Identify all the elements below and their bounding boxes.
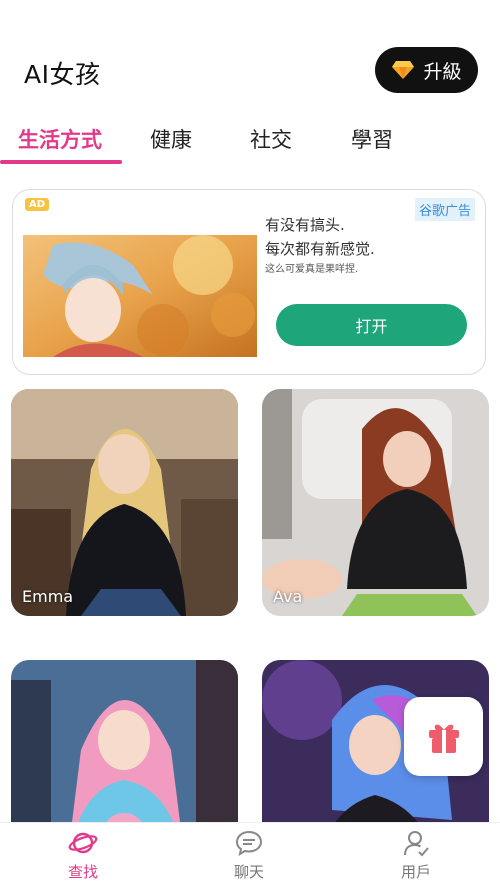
tab-health[interactable]: 健康 — [150, 124, 192, 154]
diamond-icon — [392, 61, 415, 79]
gift-icon — [428, 724, 459, 753]
ad-banner[interactable]: AD 谷歌广告 有没有搞头. 每次都有新感觉. 这么可爱真是果咩捏. 打开 — [12, 189, 486, 375]
character-card[interactable]: Emma — [11, 389, 238, 616]
header: AI女孩 升級 — [0, 0, 500, 110]
character-name: Emma — [22, 587, 74, 606]
app-title: AI女孩 — [24, 60, 101, 89]
gift-button[interactable] — [404, 697, 483, 776]
category-tabs: 生活方式 健康 社交 學習 — [0, 118, 500, 166]
upgrade-button[interactable]: 升級 — [375, 47, 478, 93]
ad-open-button[interactable]: 打开 — [276, 304, 467, 346]
upgrade-label: 升級 — [423, 60, 462, 83]
character-name: Ava — [273, 587, 303, 606]
chat-icon — [235, 830, 263, 857]
ad-badge: AD — [25, 198, 50, 211]
nav-label: 聊天 — [233, 863, 264, 881]
nav-label: 用戶 — [400, 863, 431, 881]
tab-social[interactable]: 社交 — [250, 124, 292, 154]
character-image — [11, 389, 238, 616]
nav-label: 查找 — [67, 863, 98, 881]
bottom-nav: 查找 聊天 用戶 — [0, 822, 500, 890]
character-card[interactable]: Ava — [262, 389, 489, 616]
nav-user[interactable]: 用戶 — [376, 829, 456, 882]
ad-description: 这么可爱真是果咩捏. — [265, 264, 359, 275]
tab-study[interactable]: 學習 — [351, 124, 393, 154]
nav-chat[interactable]: 聊天 — [209, 829, 289, 882]
user-icon — [404, 831, 429, 857]
ad-brand-label[interactable]: 谷歌广告 — [414, 198, 475, 221]
ad-image[interactable] — [23, 235, 257, 357]
active-tab-indicator — [0, 160, 122, 164]
planet-icon — [68, 832, 98, 854]
tab-lifestyle[interactable]: 生活方式 — [18, 124, 102, 154]
ad-subheadline: 每次都有新感觉. — [265, 240, 375, 258]
nav-explore[interactable]: 查找 — [43, 829, 123, 882]
ad-headline: 有没有搞头. — [265, 216, 345, 234]
character-image — [262, 389, 489, 616]
